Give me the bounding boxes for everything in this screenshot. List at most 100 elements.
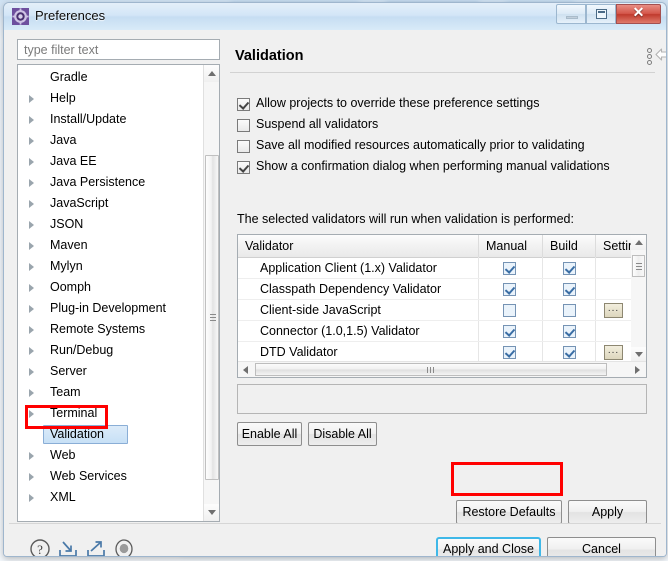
scroll-up-button[interactable] [204,65,219,82]
table-column-header[interactable]: Manual [479,235,543,257]
oomph-recorder-icon[interactable] [113,538,135,556]
sidebar-item-label: Web [50,448,76,462]
table-column-header[interactable]: Build [543,235,596,257]
validators-table[interactable]: Validator Manual Build Settings Application… [237,234,647,378]
manual-checkbox[interactable] [503,304,516,317]
expand-arrow-icon[interactable] [29,347,34,355]
sidebar-item-xml[interactable]: XML [18,487,204,508]
build-checkbox[interactable] [563,325,576,338]
sidebar-item-label: Oomph [50,280,91,294]
disable-all-button[interactable]: Disable All [308,422,377,446]
sidebar-item-oomph[interactable]: Oomph [18,277,204,298]
sidebar-item-team[interactable]: Team [18,382,204,403]
apply-button[interactable]: Apply [568,500,647,524]
expand-arrow-icon[interactable] [29,284,34,292]
table-scroll-left-button[interactable] [238,362,254,377]
expand-arrow-icon[interactable] [29,158,34,166]
export-icon[interactable] [85,538,107,556]
table-vertical-scrollbar[interactable] [631,235,646,362]
expand-arrow-icon[interactable] [29,452,34,460]
sidebar-item-install-update[interactable]: Install/Update [18,109,204,130]
sidebar-item-server[interactable]: Server [18,361,204,382]
validation-page: Validation Allow projects to override th… [228,36,666,524]
manual-checkbox[interactable] [503,262,516,275]
minimize-button[interactable] [556,4,586,24]
sidebar-item-web[interactable]: Web [18,445,204,466]
build-checkbox[interactable] [563,283,576,296]
checkbox[interactable] [237,98,250,111]
table-scroll-down-button[interactable] [631,347,646,362]
settings-button[interactable]: ... [604,303,623,318]
sidebar-item-web-services[interactable]: Web Services [18,466,204,487]
expand-arrow-icon[interactable] [29,305,34,313]
back-arrow-icon[interactable] [655,48,666,61]
preferences-tree[interactable]: Gradle Help Install/Update Java Java EE Java … [17,64,220,522]
table-row[interactable]: Classpath Dependency Validator [238,279,631,300]
sidebar-item-json[interactable]: JSON [18,214,204,235]
table-row[interactable]: Connector (1.0,1.5) Validator [238,321,631,342]
expand-arrow-icon[interactable] [29,116,34,124]
expand-arrow-icon[interactable] [29,137,34,145]
sidebar-item-remote-systems[interactable]: Remote Systems [18,319,204,340]
sidebar-item-java[interactable]: Java [18,130,204,151]
dialog-content: type filter text Gradle Help Install/Updat… [9,32,666,524]
enable-all-button[interactable]: Enable All [237,422,302,446]
table-column-header[interactable]: Validator [238,235,479,257]
sidebar-item-java-ee[interactable]: Java EE [18,151,204,172]
expand-arrow-icon[interactable] [29,242,34,250]
expand-arrow-icon[interactable] [29,410,34,418]
apply-and-close-label: Apply and Close [442,542,535,556]
cancel-button[interactable]: Cancel [547,537,656,556]
table-scrollbar-thumb[interactable] [632,255,645,277]
table-row[interactable]: DTD Validator... [238,342,631,363]
sidebar-item-javascript[interactable]: JavaScript [18,193,204,214]
expand-arrow-icon[interactable] [29,263,34,271]
manual-checkbox[interactable] [503,283,516,296]
manual-checkbox[interactable] [503,346,516,359]
checkbox[interactable] [237,140,250,153]
sidebar-item-java-persistence[interactable]: Java Persistence [18,172,204,193]
expand-arrow-icon[interactable] [29,494,34,502]
sidebar-item-terminal[interactable]: Terminal [18,403,204,424]
expand-arrow-icon[interactable] [29,95,34,103]
sidebar-item-plug-in-development[interactable]: Plug-in Development [18,298,204,319]
import-icon[interactable] [57,538,79,556]
sidebar-item-gradle[interactable]: Gradle [18,67,204,88]
close-button[interactable]: ✕ [616,4,661,24]
checkbox[interactable] [237,161,250,174]
sidebar-item-maven[interactable]: Maven [18,235,204,256]
scrollbar-thumb[interactable] [205,155,219,480]
restore-defaults-button[interactable]: Restore Defaults [456,500,562,524]
build-checkbox[interactable] [563,346,576,359]
expand-arrow-icon[interactable] [29,389,34,397]
manual-checkbox[interactable] [503,325,516,338]
help-icon[interactable]: ? [29,538,51,556]
sidebar-item-run-debug[interactable]: Run/Debug [18,340,204,361]
table-scroll-up-button[interactable] [631,235,646,250]
build-checkbox[interactable] [563,304,576,317]
table-hscrollbar-thumb[interactable] [255,363,607,376]
sidebar-item-validation[interactable]: Validation [18,424,204,445]
checkbox[interactable] [237,119,250,132]
expand-arrow-icon[interactable] [29,179,34,187]
search-input[interactable]: type filter text [17,39,220,60]
tree-scrollbar[interactable] [203,65,219,521]
sidebar-item-mylyn[interactable]: Mylyn [18,256,204,277]
sidebar-item-label: Gradle [50,70,88,84]
build-checkbox[interactable] [563,262,576,275]
table-row[interactable]: Client-side JavaScript... [238,300,631,321]
sidebar-item-help[interactable]: Help [18,88,204,109]
expand-arrow-icon[interactable] [29,221,34,229]
settings-button[interactable]: ... [604,345,623,360]
expand-arrow-icon[interactable] [29,326,34,334]
scroll-down-button[interactable] [204,504,219,521]
expand-arrow-icon[interactable] [29,368,34,376]
table-scroll-right-button[interactable] [630,362,646,377]
vertical-dots-icon[interactable] [647,48,653,65]
expand-arrow-icon[interactable] [29,473,34,481]
apply-and-close-button[interactable]: Apply and Close [436,537,541,556]
table-horizontal-scrollbar[interactable] [238,361,646,377]
table-row[interactable]: Application Client (1.x) Validator [238,258,631,279]
expand-arrow-icon[interactable] [29,200,34,208]
maximize-button[interactable] [586,4,616,24]
